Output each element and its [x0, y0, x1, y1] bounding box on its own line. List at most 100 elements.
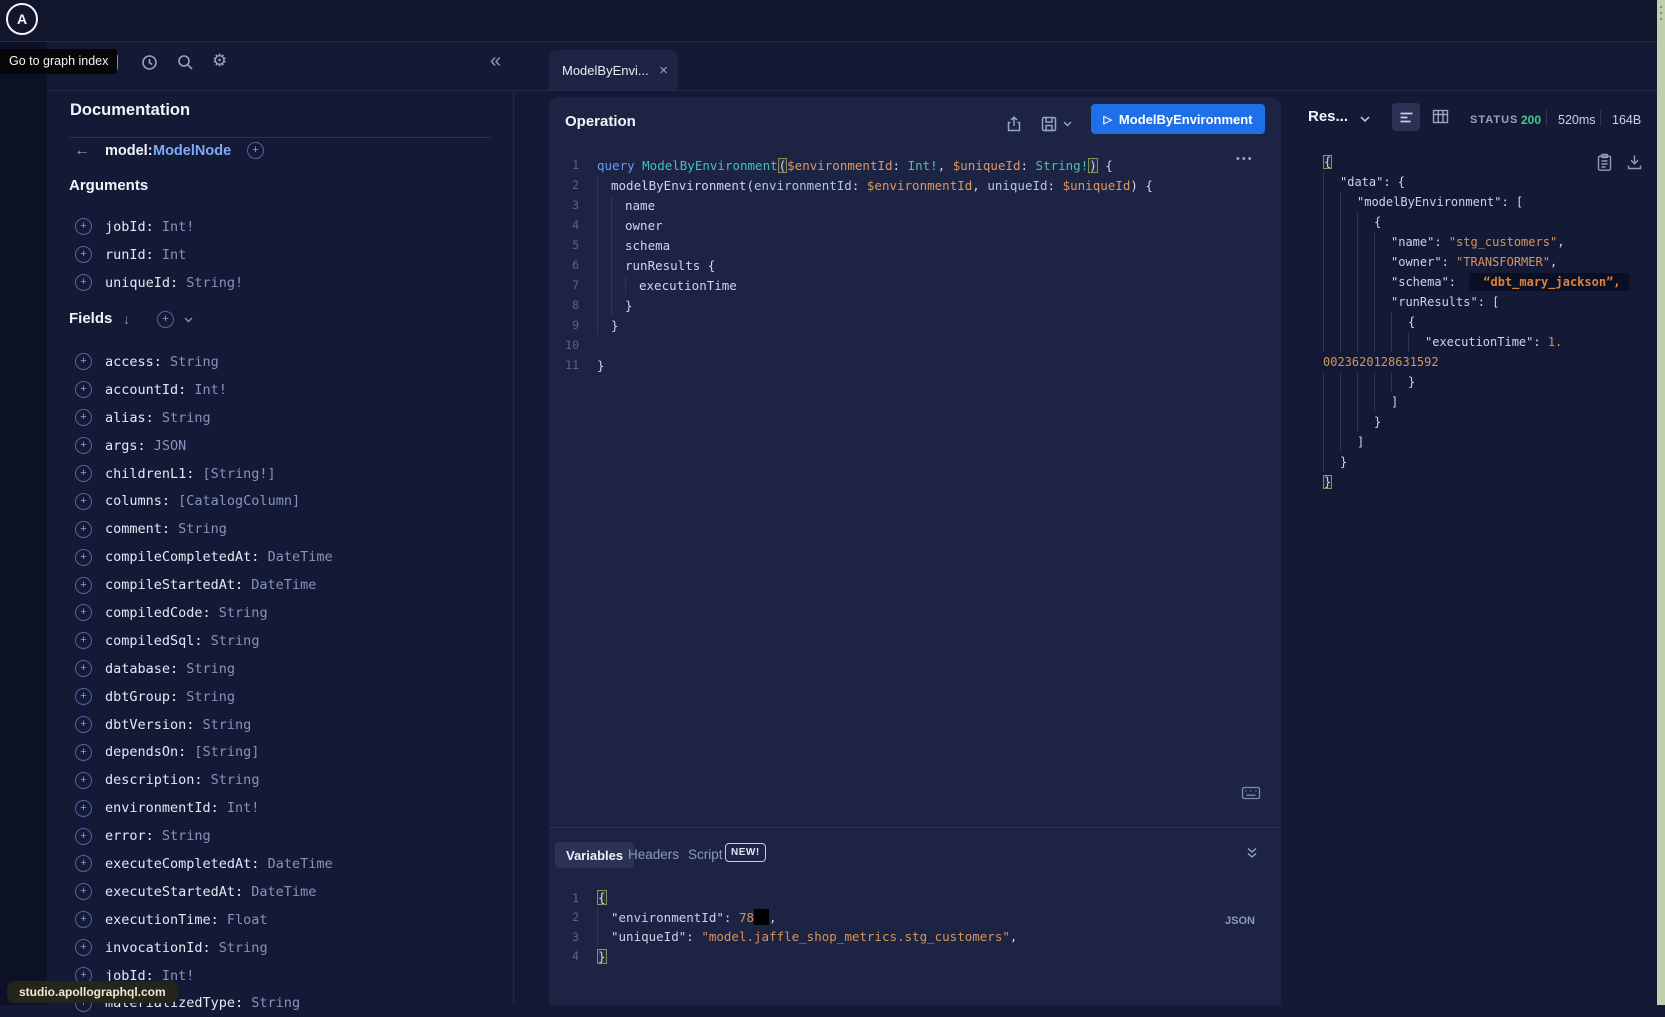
add-field-icon[interactable]: + [75, 437, 92, 454]
add-field-icon[interactable]: + [75, 246, 92, 263]
field-type[interactable]: DateTime [243, 577, 316, 593]
add-field-icon[interactable]: + [75, 883, 92, 900]
add-field-icon[interactable]: + [75, 381, 92, 398]
field-type[interactable]: [String!] [194, 466, 275, 482]
apollo-logo-icon[interactable]: A [6, 3, 38, 35]
field-name[interactable]: executeCompletedAt: [105, 856, 259, 872]
field-type[interactable]: Int! [186, 382, 227, 398]
add-all-fields-icon[interactable]: + [157, 311, 174, 328]
variables-code-line[interactable]: 3"uniqueId": "model.jaffle_shop_metrics.… [549, 927, 1281, 947]
add-field-icon[interactable]: + [75, 218, 92, 235]
field-name[interactable]: environmentId: [105, 800, 219, 816]
field-type[interactable]: String [154, 410, 211, 426]
add-field-icon[interactable]: + [75, 465, 92, 482]
field-type[interactable]: String [211, 940, 268, 956]
field-name[interactable]: compileStartedAt: [105, 577, 243, 593]
add-field-icon[interactable]: + [75, 716, 92, 733]
collapse-variables-icon[interactable] [1246, 847, 1258, 859]
tab-script[interactable]: Script [688, 847, 723, 862]
add-field-icon[interactable]: + [75, 800, 92, 817]
field-type[interactable]: String [170, 521, 227, 537]
operation-code-line[interactable]: 10 [549, 335, 1281, 355]
variables-code-line[interactable]: 4} [549, 947, 1281, 967]
field-name[interactable]: compiledCode: [105, 605, 211, 621]
sort-fields-icon[interactable]: ↓ [123, 311, 130, 327]
field-type[interactable]: String [154, 828, 211, 844]
operation-code-line[interactable]: 8} [549, 295, 1281, 315]
field-name[interactable]: compileCompletedAt: [105, 549, 259, 565]
field-type[interactable]: DateTime [259, 549, 332, 565]
keyboard-shortcuts-icon[interactable] [1241, 785, 1261, 801]
response-options-chevron-icon[interactable] [1360, 116, 1370, 123]
field-type[interactable]: Int! [154, 219, 195, 235]
field-type[interactable]: String [178, 661, 235, 677]
operation-code-line[interactable]: 2modelByEnvironment(environmentId: $envi… [549, 175, 1281, 195]
field-name[interactable]: comment: [105, 521, 170, 537]
field-name[interactable]: description: [105, 772, 203, 788]
field-name[interactable]: dbtVersion: [105, 717, 194, 733]
add-field-icon[interactable]: + [75, 604, 92, 621]
add-field-icon[interactable]: + [75, 688, 92, 705]
field-type[interactable]: String! [178, 275, 243, 291]
operation-editor[interactable]: 1query ModelByEnvironment($environmentId… [549, 155, 1281, 375]
tab-modelbyenvironment[interactable]: ModelByEnvi... × [549, 50, 678, 90]
add-field-icon[interactable]: + [75, 855, 92, 872]
field-type[interactable]: String [203, 633, 260, 649]
field-type[interactable]: Int! [219, 800, 260, 816]
operation-code-line[interactable]: 4owner [549, 215, 1281, 235]
response-view-table-toggle[interactable] [1432, 109, 1449, 124]
tab-headers[interactable]: Headers [628, 847, 679, 862]
doc-breadcrumb-type-link[interactable]: ModelNode [153, 143, 231, 159]
field-name[interactable]: database: [105, 661, 178, 677]
fields-options-chevron-icon[interactable] [184, 317, 193, 323]
operation-code-line[interactable]: 3name [549, 195, 1281, 215]
run-operation-button[interactable]: ▷ ModelByEnvironment [1091, 104, 1265, 134]
explorer-settings-gear-icon[interactable]: ⚙ [212, 51, 227, 71]
field-name[interactable]: error: [105, 828, 154, 844]
field-name[interactable]: compiledSql: [105, 633, 203, 649]
field-type[interactable]: String [203, 772, 260, 788]
field-type[interactable]: String [194, 717, 251, 733]
field-name[interactable]: args: [105, 438, 146, 454]
field-name[interactable]: alias: [105, 410, 154, 426]
add-field-icon[interactable]: + [75, 274, 92, 291]
response-view-raw-toggle[interactable] [1392, 103, 1420, 131]
field-name[interactable]: uniqueId: [105, 275, 178, 291]
add-field-icon[interactable]: + [75, 549, 92, 566]
add-field-icon[interactable]: + [75, 409, 92, 426]
save-operation-icon[interactable] [1040, 115, 1058, 133]
add-model-field-icon[interactable]: + [247, 142, 264, 159]
field-name[interactable]: executeStartedAt: [105, 884, 243, 900]
add-field-icon[interactable]: + [75, 353, 92, 370]
field-type[interactable]: [CatalogColumn] [170, 493, 300, 509]
field-type[interactable]: [String] [186, 744, 259, 760]
doc-back-icon[interactable]: ← [74, 142, 90, 160]
operation-code-line[interactable]: 5schema [549, 235, 1281, 255]
share-operation-icon[interactable] [1005, 115, 1023, 133]
operation-code-line[interactable]: 11} [549, 355, 1281, 375]
operation-code-line[interactable]: 1query ModelByEnvironment($environmentId… [549, 155, 1281, 175]
field-name[interactable]: accountId: [105, 382, 186, 398]
field-name[interactable]: jobId: [105, 219, 154, 235]
variables-code-line[interactable]: 1{ [549, 888, 1281, 908]
save-options-chevron-icon[interactable] [1063, 121, 1072, 127]
variables-editor[interactable]: 1{2"environmentId": 78,3"uniqueId": "mod… [549, 888, 1281, 966]
operation-code-line[interactable]: 9} [549, 315, 1281, 335]
field-type[interactable]: String [243, 995, 300, 1011]
field-type[interactable]: JSON [146, 438, 187, 454]
add-field-icon[interactable]: + [75, 660, 92, 677]
add-field-icon[interactable]: + [75, 521, 92, 538]
field-type[interactable]: String [178, 689, 235, 705]
operation-code-line[interactable]: 6runResults { [549, 255, 1281, 275]
field-name[interactable]: invocationId: [105, 940, 211, 956]
add-field-icon[interactable]: + [75, 772, 92, 789]
field-type[interactable]: DateTime [259, 856, 332, 872]
field-name[interactable]: dbtGroup: [105, 689, 178, 705]
history-icon[interactable] [140, 53, 159, 72]
field-type[interactable]: Int [154, 247, 187, 263]
add-field-icon[interactable]: + [75, 828, 92, 845]
field-name[interactable]: access: [105, 354, 162, 370]
collapse-sidebar-icon[interactable]: « [490, 50, 501, 73]
search-icon[interactable] [176, 53, 195, 72]
field-type[interactable]: String [211, 605, 268, 621]
